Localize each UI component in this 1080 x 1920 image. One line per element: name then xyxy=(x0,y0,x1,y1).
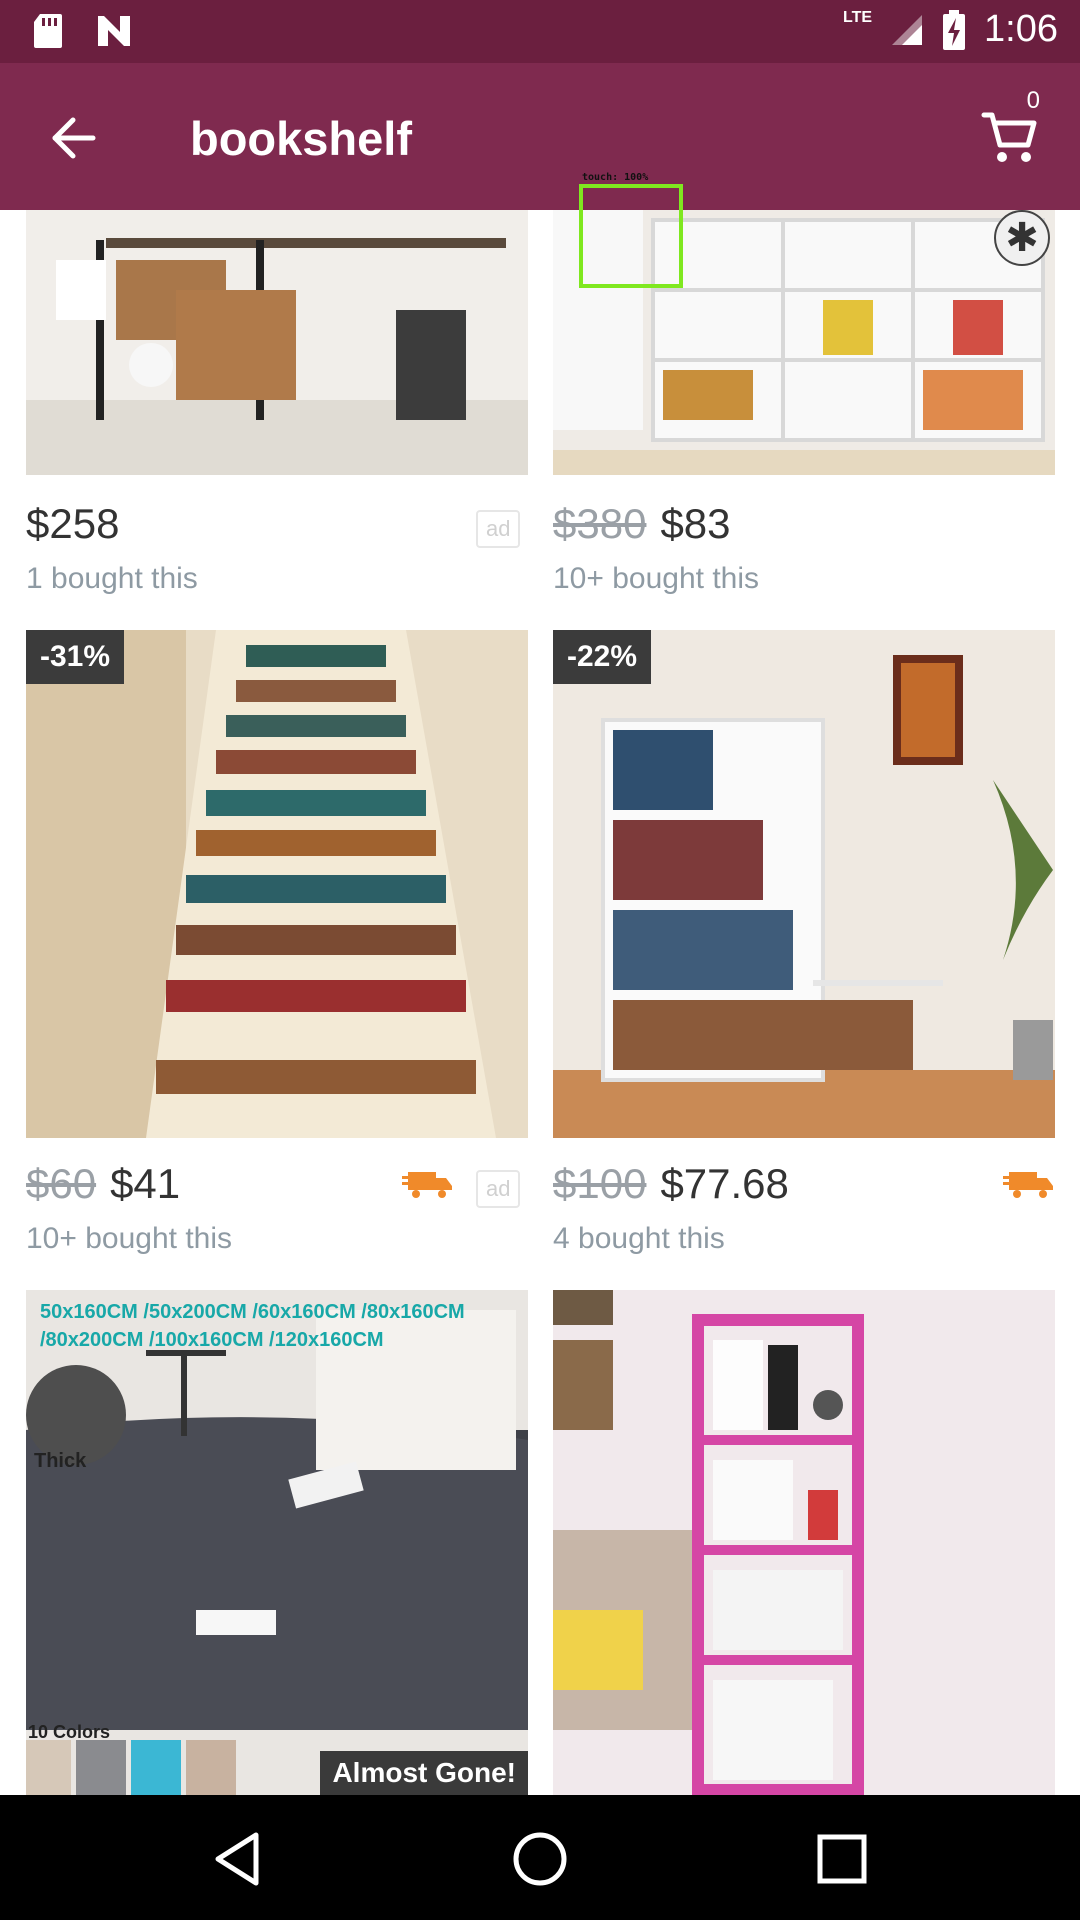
delivery-truck-icon xyxy=(402,1172,452,1198)
cart-button[interactable]: 0 xyxy=(974,87,1054,173)
bought-count: 10+ bought this xyxy=(553,562,760,595)
back-triangle-icon[interactable] xyxy=(206,1827,270,1891)
cart-count-badge: 0 xyxy=(1026,87,1040,114)
app-bar: bookshelf 0 xyxy=(0,63,1080,210)
colors-label: 10 Colors xyxy=(28,1722,111,1742)
product-image: 50x160CM /50x200CM /60x160CM /80x160CM /… xyxy=(26,1290,528,1795)
recents-square-icon[interactable] xyxy=(810,1827,874,1891)
product-card[interactable]: -22% $100 $77.68 4 bought this xyxy=(553,630,1055,1255)
product-card[interactable] xyxy=(553,1290,1055,1795)
product-image xyxy=(553,1290,1055,1795)
price-row: $100 $77.68 xyxy=(553,1160,789,1208)
home-circle-icon[interactable] xyxy=(508,1827,572,1891)
touch-indicator xyxy=(579,184,683,288)
touch-debug-label: touch: 100% xyxy=(582,172,649,183)
bought-count: 1 bought this xyxy=(26,562,198,595)
product-grid: $258 ad 1 bought this $380 $83 10+ bough… xyxy=(0,210,1080,1795)
almost-gone-badge: Almost Gone! xyxy=(320,1751,528,1795)
price: $83 xyxy=(660,500,731,547)
price: $258 xyxy=(26,500,120,547)
n-notification-icon xyxy=(98,16,130,46)
size-overlay-text: 50x160CM /50x200CM /60x160CM /80x160CM /… xyxy=(40,1301,465,1351)
ad-label: ad xyxy=(476,1170,521,1208)
battery-charging-icon xyxy=(943,9,966,50)
wishlist-star-button[interactable]: ✱ xyxy=(994,210,1050,266)
ad-label: ad xyxy=(476,510,521,548)
back-arrow-icon xyxy=(52,117,96,159)
product-card[interactable]: -31% $60 $41 ad 10+ bought this xyxy=(26,630,528,1255)
app-root: LTE 1:06 bookshelf 0 $258 ad 1 bought th… xyxy=(0,0,1080,1920)
old-price: $380 xyxy=(553,500,647,547)
price: $41 xyxy=(110,1160,181,1207)
delivery-truck-icon xyxy=(1003,1172,1053,1198)
back-button[interactable] xyxy=(40,105,106,171)
signal-icon xyxy=(892,14,923,45)
product-card[interactable]: 50x160CM /50x200CM /60x160CM /80x160CM /… xyxy=(26,1290,528,1795)
thick-label: Thick xyxy=(34,1450,87,1472)
old-price: $100 xyxy=(553,1160,647,1207)
page-title: bookshelf xyxy=(190,112,412,165)
system-navigation-bar xyxy=(0,1795,1080,1920)
old-price: $60 xyxy=(26,1160,97,1207)
cart-icon xyxy=(981,112,1037,162)
asterisk-icon: ✱ xyxy=(1005,216,1039,260)
status-left-icons xyxy=(32,12,134,50)
network-type: LTE xyxy=(843,8,873,26)
price: $77.68 xyxy=(660,1160,789,1207)
product-image xyxy=(26,210,528,475)
clock: 1:06 xyxy=(984,8,1058,50)
product-image: -22% xyxy=(553,630,1055,1138)
status-bar: LTE 1:06 xyxy=(0,0,1080,63)
discount-badge: -31% xyxy=(26,630,125,684)
price-row: $258 xyxy=(26,500,119,548)
product-image: -31% xyxy=(26,630,528,1138)
price-row: $60 $41 xyxy=(26,1160,180,1208)
status-right-icons: LTE 1:06 xyxy=(843,8,1058,51)
bought-count: 10+ bought this xyxy=(26,1222,233,1255)
sd-card-icon xyxy=(34,14,62,48)
price-row: $380 $83 xyxy=(553,500,731,548)
product-card[interactable]: $258 ad 1 bought this xyxy=(26,210,528,610)
bought-count: 4 bought this xyxy=(553,1222,725,1255)
discount-badge: -22% xyxy=(553,630,652,684)
